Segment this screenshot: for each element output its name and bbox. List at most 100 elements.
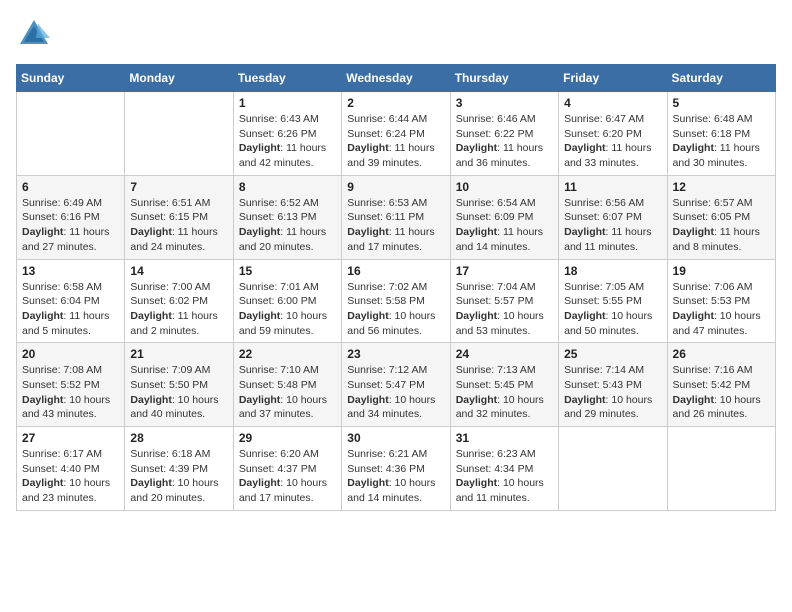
day-number: 25 bbox=[564, 347, 661, 361]
day-info: Sunrise: 6:53 AMSunset: 6:11 PMDaylight:… bbox=[347, 196, 444, 255]
day-info: Sunrise: 6:56 AMSunset: 6:07 PMDaylight:… bbox=[564, 196, 661, 255]
day-number: 30 bbox=[347, 431, 444, 445]
calendar-header-thursday: Thursday bbox=[450, 65, 558, 92]
calendar-header-tuesday: Tuesday bbox=[233, 65, 341, 92]
day-info: Sunrise: 7:00 AMSunset: 6:02 PMDaylight:… bbox=[130, 280, 227, 339]
day-info: Sunrise: 6:17 AMSunset: 4:40 PMDaylight:… bbox=[22, 447, 119, 506]
calendar-week-3: 13 Sunrise: 6:58 AMSunset: 6:04 PMDayligh… bbox=[17, 259, 776, 343]
day-number: 11 bbox=[564, 180, 661, 194]
calendar-cell: 9 Sunrise: 6:53 AMSunset: 6:11 PMDaylight… bbox=[342, 175, 450, 259]
logo-icon bbox=[16, 16, 52, 52]
day-number: 16 bbox=[347, 264, 444, 278]
calendar-cell: 3 Sunrise: 6:46 AMSunset: 6:22 PMDaylight… bbox=[450, 92, 558, 176]
calendar-header-row: SundayMondayTuesdayWednesdayThursdayFrid… bbox=[17, 65, 776, 92]
calendar-cell: 1 Sunrise: 6:43 AMSunset: 6:26 PMDaylight… bbox=[233, 92, 341, 176]
page-header bbox=[16, 16, 776, 52]
calendar-header-saturday: Saturday bbox=[667, 65, 775, 92]
day-info: Sunrise: 7:10 AMSunset: 5:48 PMDaylight:… bbox=[239, 363, 336, 422]
day-info: Sunrise: 7:09 AMSunset: 5:50 PMDaylight:… bbox=[130, 363, 227, 422]
day-number: 17 bbox=[456, 264, 553, 278]
calendar-cell: 7Sunrise: 6:51 AMSunset: 6:15 PMDaylight… bbox=[125, 175, 233, 259]
day-number: 8 bbox=[239, 180, 336, 194]
calendar-cell: 13 Sunrise: 6:58 AMSunset: 6:04 PMDayligh… bbox=[17, 259, 125, 343]
calendar-cell: 28 Sunrise: 6:18 AMSunset: 4:39 PMDayligh… bbox=[125, 427, 233, 511]
calendar-cell: 22Sunrise: 7:10 AMSunset: 5:48 PMDayligh… bbox=[233, 343, 341, 427]
day-number: 4 bbox=[564, 96, 661, 110]
day-number: 13 bbox=[22, 264, 119, 278]
day-info: Sunrise: 6:52 AMSunset: 6:13 PMDaylight:… bbox=[239, 196, 336, 255]
calendar-cell: 24Sunrise: 7:13 AMSunset: 5:45 PMDayligh… bbox=[450, 343, 558, 427]
calendar-cell: 15Sunrise: 7:01 AMSunset: 6:00 PMDayligh… bbox=[233, 259, 341, 343]
calendar-header-friday: Friday bbox=[559, 65, 667, 92]
calendar-cell: 5 Sunrise: 6:48 AMSunset: 6:18 PMDaylight… bbox=[667, 92, 775, 176]
calendar-cell: 18 Sunrise: 7:05 AMSunset: 5:55 PMDayligh… bbox=[559, 259, 667, 343]
calendar-cell: 30Sunrise: 6:21 AMSunset: 4:36 PMDayligh… bbox=[342, 427, 450, 511]
day-info: Sunrise: 7:01 AMSunset: 6:00 PMDaylight:… bbox=[239, 280, 336, 339]
calendar-cell: 12Sunrise: 6:57 AMSunset: 6:05 PMDayligh… bbox=[667, 175, 775, 259]
day-info: Sunrise: 6:44 AMSunset: 6:24 PMDaylight:… bbox=[347, 112, 444, 171]
calendar-cell: 25 Sunrise: 7:14 AMSunset: 5:43 PMDayligh… bbox=[559, 343, 667, 427]
day-number: 6 bbox=[22, 180, 119, 194]
calendar-cell: 23 Sunrise: 7:12 AMSunset: 5:47 PMDayligh… bbox=[342, 343, 450, 427]
calendar-cell: 26 Sunrise: 7:16 AMSunset: 5:42 PMDayligh… bbox=[667, 343, 775, 427]
day-number: 19 bbox=[673, 264, 770, 278]
day-info: Sunrise: 7:12 AMSunset: 5:47 PMDaylight:… bbox=[347, 363, 444, 422]
calendar-cell: 6 Sunrise: 6:49 AMSunset: 6:16 PMDaylight… bbox=[17, 175, 125, 259]
day-number: 2 bbox=[347, 96, 444, 110]
calendar-cell: 19 Sunrise: 7:06 AMSunset: 5:53 PMDayligh… bbox=[667, 259, 775, 343]
day-info: Sunrise: 7:05 AMSunset: 5:55 PMDaylight:… bbox=[564, 280, 661, 339]
calendar-cell: 8 Sunrise: 6:52 AMSunset: 6:13 PMDaylight… bbox=[233, 175, 341, 259]
day-info: Sunrise: 6:58 AMSunset: 6:04 PMDaylight:… bbox=[22, 280, 119, 339]
day-number: 12 bbox=[673, 180, 770, 194]
day-info: Sunrise: 6:54 AMSunset: 6:09 PMDaylight:… bbox=[456, 196, 553, 255]
calendar-cell bbox=[17, 92, 125, 176]
day-number: 3 bbox=[456, 96, 553, 110]
calendar-week-5: 27 Sunrise: 6:17 AMSunset: 4:40 PMDayligh… bbox=[17, 427, 776, 511]
day-number: 1 bbox=[239, 96, 336, 110]
day-number: 29 bbox=[239, 431, 336, 445]
day-info: Sunrise: 7:06 AMSunset: 5:53 PMDaylight:… bbox=[673, 280, 770, 339]
day-number: 28 bbox=[130, 431, 227, 445]
day-info: Sunrise: 6:46 AMSunset: 6:22 PMDaylight:… bbox=[456, 112, 553, 171]
day-number: 18 bbox=[564, 264, 661, 278]
day-info: Sunrise: 6:47 AMSunset: 6:20 PMDaylight:… bbox=[564, 112, 661, 171]
day-number: 10 bbox=[456, 180, 553, 194]
day-info: Sunrise: 6:49 AMSunset: 6:16 PMDaylight:… bbox=[22, 196, 119, 255]
day-info: Sunrise: 7:13 AMSunset: 5:45 PMDaylight:… bbox=[456, 363, 553, 422]
calendar-cell: 14 Sunrise: 7:00 AMSunset: 6:02 PMDayligh… bbox=[125, 259, 233, 343]
logo bbox=[16, 16, 56, 52]
day-number: 31 bbox=[456, 431, 553, 445]
day-number: 26 bbox=[673, 347, 770, 361]
calendar-week-4: 20Sunrise: 7:08 AMSunset: 5:52 PMDayligh… bbox=[17, 343, 776, 427]
day-number: 5 bbox=[673, 96, 770, 110]
calendar-cell: 27 Sunrise: 6:17 AMSunset: 4:40 PMDayligh… bbox=[17, 427, 125, 511]
day-number: 27 bbox=[22, 431, 119, 445]
calendar-cell: 10 Sunrise: 6:54 AMSunset: 6:09 PMDayligh… bbox=[450, 175, 558, 259]
day-info: Sunrise: 7:02 AMSunset: 5:58 PMDaylight:… bbox=[347, 280, 444, 339]
day-number: 14 bbox=[130, 264, 227, 278]
day-info: Sunrise: 6:43 AMSunset: 6:26 PMDaylight:… bbox=[239, 112, 336, 171]
calendar-cell: 16 Sunrise: 7:02 AMSunset: 5:58 PMDayligh… bbox=[342, 259, 450, 343]
calendar-cell: 31Sunrise: 6:23 AMSunset: 4:34 PMDayligh… bbox=[450, 427, 558, 511]
calendar-cell bbox=[125, 92, 233, 176]
day-number: 9 bbox=[347, 180, 444, 194]
calendar-cell: 11 Sunrise: 6:56 AMSunset: 6:07 PMDayligh… bbox=[559, 175, 667, 259]
calendar-cell: 2 Sunrise: 6:44 AMSunset: 6:24 PMDaylight… bbox=[342, 92, 450, 176]
day-info: Sunrise: 7:16 AMSunset: 5:42 PMDaylight:… bbox=[673, 363, 770, 422]
calendar-cell: 4 Sunrise: 6:47 AMSunset: 6:20 PMDaylight… bbox=[559, 92, 667, 176]
calendar-table: SundayMondayTuesdayWednesdayThursdayFrid… bbox=[16, 64, 776, 511]
calendar-cell: 20Sunrise: 7:08 AMSunset: 5:52 PMDayligh… bbox=[17, 343, 125, 427]
day-info: Sunrise: 6:20 AMSunset: 4:37 PMDaylight:… bbox=[239, 447, 336, 506]
day-number: 23 bbox=[347, 347, 444, 361]
calendar-week-1: 1 Sunrise: 6:43 AMSunset: 6:26 PMDaylight… bbox=[17, 92, 776, 176]
day-number: 21 bbox=[130, 347, 227, 361]
day-info: Sunrise: 7:08 AMSunset: 5:52 PMDaylight:… bbox=[22, 363, 119, 422]
calendar-week-2: 6 Sunrise: 6:49 AMSunset: 6:16 PMDaylight… bbox=[17, 175, 776, 259]
calendar-cell: 21 Sunrise: 7:09 AMSunset: 5:50 PMDayligh… bbox=[125, 343, 233, 427]
day-info: Sunrise: 7:14 AMSunset: 5:43 PMDaylight:… bbox=[564, 363, 661, 422]
day-info: Sunrise: 6:48 AMSunset: 6:18 PMDaylight:… bbox=[673, 112, 770, 171]
calendar-cell: 29 Sunrise: 6:20 AMSunset: 4:37 PMDayligh… bbox=[233, 427, 341, 511]
calendar-cell bbox=[559, 427, 667, 511]
day-info: Sunrise: 6:18 AMSunset: 4:39 PMDaylight:… bbox=[130, 447, 227, 506]
calendar-header-wednesday: Wednesday bbox=[342, 65, 450, 92]
